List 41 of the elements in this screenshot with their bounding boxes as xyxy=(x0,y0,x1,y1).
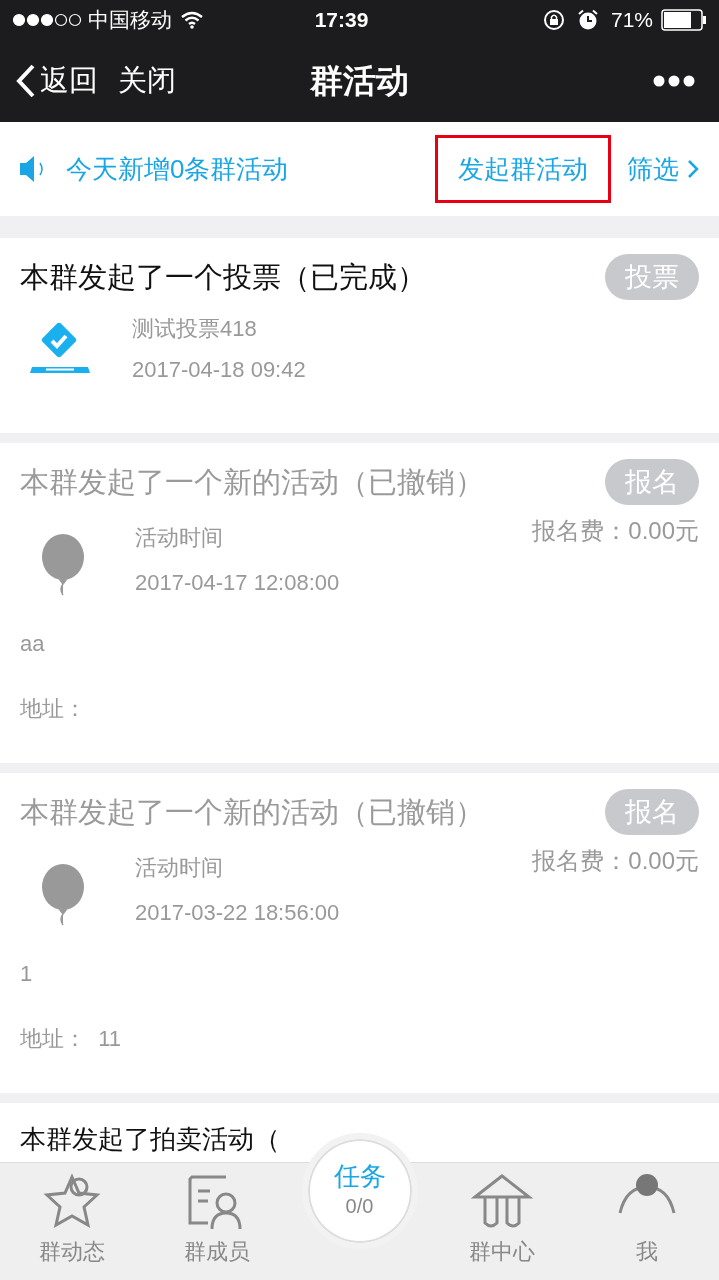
tab-item[interactable]: 群中心 xyxy=(429,1173,575,1280)
back-chevron-icon xyxy=(16,64,36,98)
fee-text: 报名费：0.00元 xyxy=(532,516,699,546)
rotation-lock-icon xyxy=(542,9,565,31)
battery-percent: 71% xyxy=(610,7,653,34)
activity-time: 2017-04-17 12:08:00 xyxy=(135,569,341,597)
wifi-icon xyxy=(180,11,204,29)
battery-icon xyxy=(661,9,707,31)
ballot-box-icon xyxy=(28,323,92,375)
close-button[interactable]: 关闭 xyxy=(118,59,176,103)
back-button[interactable]: 返回 xyxy=(16,59,98,103)
page-title: 群活动 xyxy=(310,61,409,102)
create-activity-button[interactable]: 发起群活动 xyxy=(435,135,611,203)
address-text: 地址： 11 xyxy=(20,1025,123,1053)
notice-text: 今天新增0条群活动 xyxy=(66,152,289,186)
chevron-right-icon xyxy=(687,159,699,179)
activity-time-label: 活动时间 xyxy=(135,524,224,552)
card-title: 本群发起了拍卖活动（ xyxy=(20,1123,280,1156)
vote-date: 2017-04-18 09:42 xyxy=(132,356,306,384)
vote-name: 测试投票418 xyxy=(132,315,258,343)
tab-item[interactable]: 群动态 xyxy=(0,1173,145,1280)
carrier-name: 中国移动 xyxy=(88,7,172,34)
card-title: 本群发起了一个新的活动（已撤销） xyxy=(20,795,484,830)
tab-item[interactable]: 我 xyxy=(574,1173,719,1280)
filter-button[interactable]: 筛选 xyxy=(627,149,699,189)
card-title: 本群发起了一个投票（已完成） xyxy=(20,260,426,295)
more-icon[interactable] xyxy=(653,75,695,87)
alarm-icon xyxy=(576,9,599,31)
address-text: 地址： xyxy=(20,695,87,723)
activity-note: aa xyxy=(20,630,46,658)
clock-time: 17:39 xyxy=(313,7,370,34)
tab-item[interactable]: 群成员 xyxy=(144,1173,290,1280)
activity-time: 2017-03-22 18:56:00 xyxy=(135,899,341,927)
balloon-icon xyxy=(40,533,86,597)
card-title: 本群发起了一个新的活动（已撤销） xyxy=(20,465,484,500)
signal-icon xyxy=(12,13,84,27)
activity-time-label: 活动时间 xyxy=(135,854,224,882)
balloon-icon xyxy=(40,863,86,927)
activity-note: 1 xyxy=(20,960,34,988)
fee-text: 报名费：0.00元 xyxy=(532,846,699,876)
activity-card[interactable]: 本群发起了拍卖活动（ xyxy=(0,1103,719,1162)
